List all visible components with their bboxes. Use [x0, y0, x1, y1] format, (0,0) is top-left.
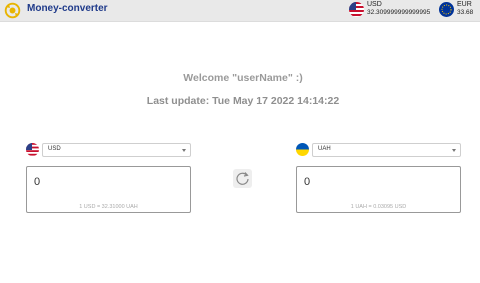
- rate-usd: USD 32.309999999999995: [349, 1, 439, 21]
- to-rate-hint: 1 UAH = 0.03095 USD: [350, 204, 407, 210]
- last-update: Last update: Tue May 17 2022 14:14:22: [146, 95, 340, 107]
- eu-flag-icon: [439, 2, 454, 17]
- swap-icon: [236, 172, 249, 185]
- rate-eur: EUR 33.68: [439, 1, 479, 21]
- ua-flag-icon: [296, 143, 309, 156]
- from-currency-select[interactable]: USD: [42, 143, 191, 157]
- from-amount-input[interactable]: 0 1 USD = 32.31000 UAH: [26, 166, 191, 213]
- rate-code: EUR: [457, 1, 472, 8]
- to-currency-value: UAH: [318, 146, 331, 152]
- to-amount-value: 0: [304, 176, 311, 188]
- from-amount-value: 0: [34, 176, 41, 188]
- chevron-down-icon: [182, 149, 186, 152]
- swap-button[interactable]: [233, 169, 252, 188]
- from-currency-value: USD: [48, 146, 61, 152]
- rate-value: 32.309999999999995: [367, 9, 431, 16]
- us-flag-icon: [349, 2, 364, 17]
- to-amount-input[interactable]: 0 1 UAH = 0.03095 USD: [296, 166, 461, 213]
- us-flag-icon: [26, 143, 39, 156]
- logo-icon[interactable]: [4, 2, 21, 19]
- from-rate-hint: 1 USD = 32.31000 UAH: [79, 204, 138, 210]
- chevron-down-icon: [452, 149, 456, 152]
- rate-code: USD: [367, 1, 382, 8]
- rate-value: 33.68: [457, 9, 474, 16]
- app-title: Money-converter: [27, 3, 108, 14]
- header: Money-converter USD 32.309999999999995 E…: [0, 0, 480, 22]
- welcome-message: Welcome "userName" :): [183, 72, 303, 84]
- to-currency-select[interactable]: UAH: [312, 143, 461, 157]
